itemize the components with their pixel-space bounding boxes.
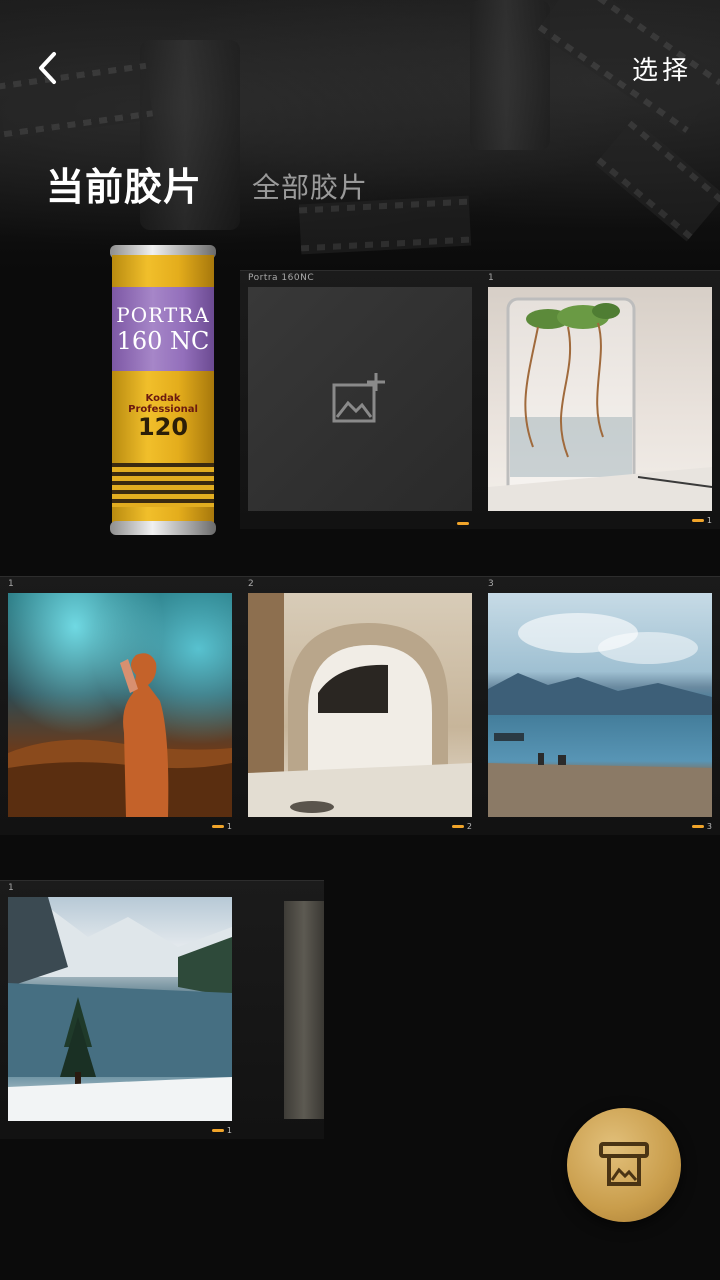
frame-label: 1 bbox=[488, 273, 495, 283]
photo-arch[interactable] bbox=[248, 593, 472, 817]
photo-snowy-lake[interactable] bbox=[8, 897, 232, 1121]
add-photo-slot[interactable] bbox=[248, 287, 472, 511]
film-frame-photo[interactable]: 3 3 bbox=[480, 576, 720, 835]
film-can-brand-line2: 160 NC bbox=[116, 327, 210, 355]
frame-label: 3 bbox=[488, 579, 495, 589]
background-film-strip bbox=[0, 59, 154, 141]
select-button[interactable]: 选择 bbox=[632, 50, 692, 87]
background-film-strip bbox=[536, 0, 720, 136]
print-photo-button[interactable] bbox=[567, 1108, 681, 1222]
photo-concert[interactable] bbox=[8, 593, 232, 817]
frame-arrow-icon bbox=[691, 825, 704, 828]
frame-label: 1 bbox=[8, 579, 15, 589]
frame-number: 1 bbox=[691, 516, 712, 525]
frame-number-text: 1 bbox=[706, 516, 712, 525]
frame-arrow-icon bbox=[211, 1129, 224, 1132]
frame-number-text: 1 bbox=[226, 1126, 232, 1135]
photo-arch-art bbox=[248, 593, 472, 817]
background-film-strip bbox=[594, 118, 720, 242]
frame-number-text: 3 bbox=[706, 822, 712, 831]
background-film-can bbox=[470, 0, 550, 150]
film-frame-photo[interactable]: 2 2 bbox=[240, 576, 480, 835]
frame-arrow-icon bbox=[691, 519, 704, 522]
frame-label: 2 bbox=[248, 579, 255, 589]
film-frame-photo[interactable]: 1 1 bbox=[0, 576, 240, 835]
tab-current-film[interactable]: 当前胶片 bbox=[46, 156, 202, 211]
frame-number: 1 bbox=[211, 822, 232, 831]
film-can-brand-line1: PORTRA bbox=[116, 303, 210, 327]
photo-snowy-lake-art bbox=[8, 897, 232, 1121]
frame-label: Portra 160NC bbox=[248, 273, 315, 283]
back-button[interactable] bbox=[28, 48, 68, 88]
frame-arrow-icon bbox=[451, 825, 464, 828]
photo-concert-art bbox=[8, 653, 232, 817]
add-photo-icon bbox=[332, 373, 385, 423]
frame-number: 2 bbox=[451, 822, 472, 831]
photo-plant-jar[interactable] bbox=[488, 287, 712, 511]
tab-all-films[interactable]: 全部胶片 bbox=[252, 166, 368, 206]
photo-lake-art bbox=[488, 613, 712, 817]
film-can-maker: Kodak Professional bbox=[128, 393, 198, 415]
frame-number-text: 2 bbox=[466, 822, 472, 831]
film-frame-photo[interactable]: 1 1 bbox=[0, 880, 240, 1139]
frame-number: 3 bbox=[691, 822, 712, 831]
frame-number-text: 1 bbox=[226, 822, 232, 831]
film-can-format: 120 bbox=[137, 413, 189, 441]
film-can[interactable]: PORTRA 160 NC Kodak Professional 120 bbox=[110, 245, 216, 535]
film-frame-add[interactable]: Portra 160NC bbox=[240, 270, 480, 529]
frame-number: 1 bbox=[211, 1126, 232, 1135]
film-strip-end bbox=[240, 880, 324, 1139]
print-photo-icon bbox=[599, 1142, 649, 1186]
frame-arrow-icon bbox=[457, 522, 469, 525]
film-can-stripes bbox=[112, 463, 214, 507]
film-frame-photo[interactable]: 1 1 bbox=[480, 270, 720, 529]
frame-arrow-icon bbox=[211, 825, 224, 828]
photo-plant-jar-art bbox=[488, 297, 712, 511]
frame-number bbox=[457, 522, 472, 525]
header-background bbox=[0, 0, 720, 270]
frame-label: 1 bbox=[8, 883, 15, 893]
photo-lake[interactable] bbox=[488, 593, 712, 817]
film-can-bottom-cap bbox=[110, 521, 216, 535]
film-leader bbox=[284, 901, 324, 1119]
chevron-left-icon bbox=[39, 52, 56, 84]
